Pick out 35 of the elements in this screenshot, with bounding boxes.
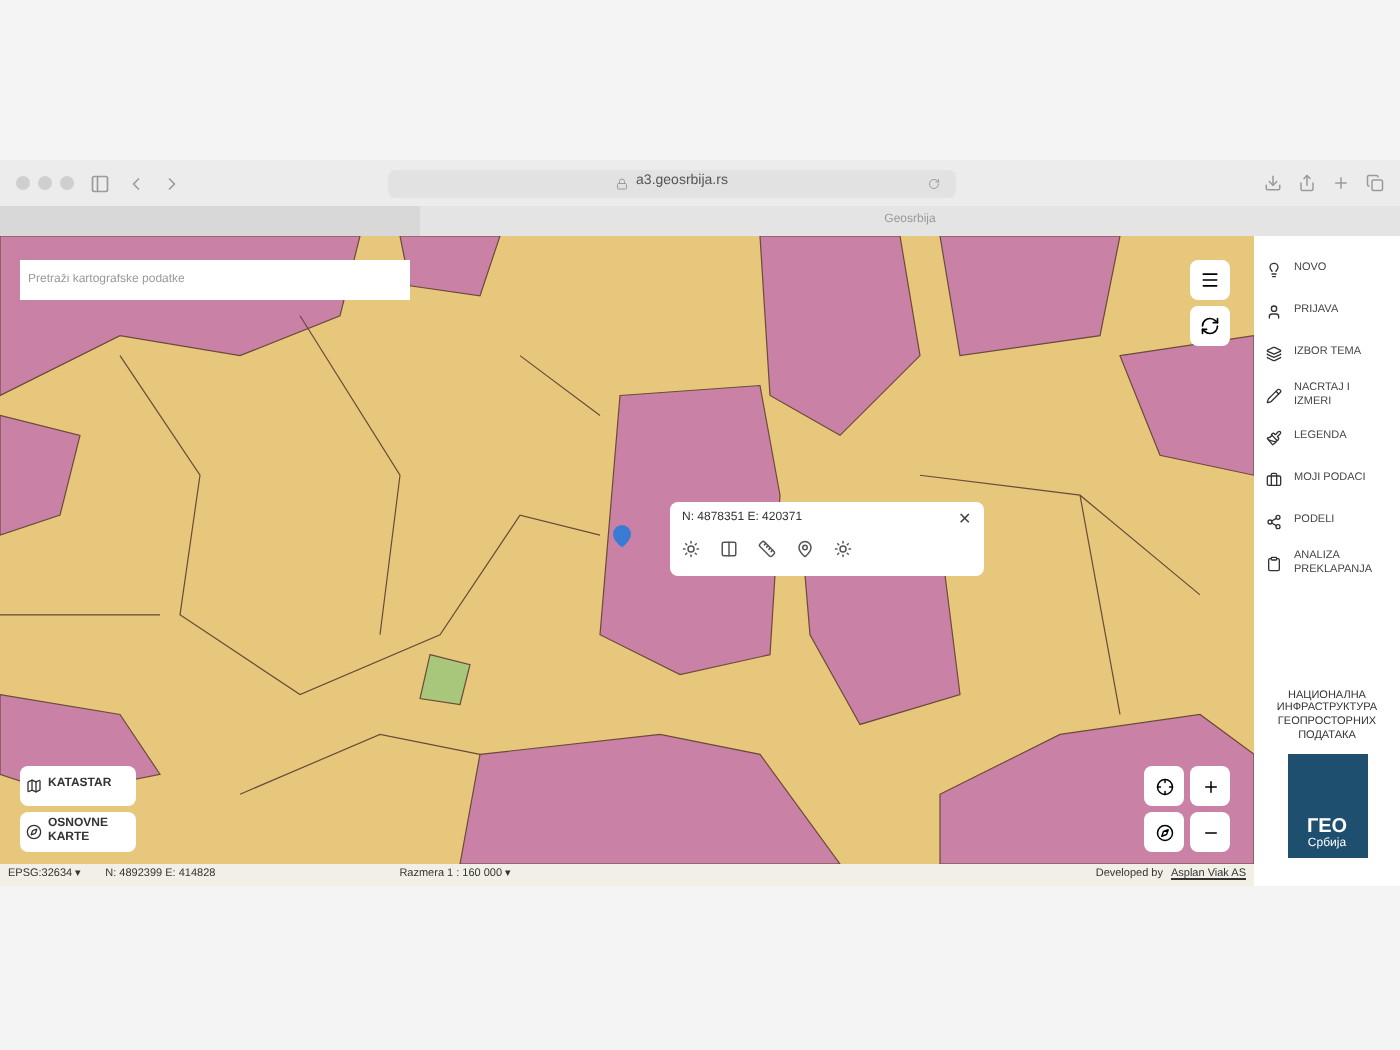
sidebar-toggle-icon[interactable] [90,173,110,193]
ruler-icon[interactable] [758,540,776,558]
crosshair-icon [1155,777,1173,795]
user-icon [1266,303,1282,319]
close-button[interactable]: ✕ [958,511,972,527]
compass-icon [1155,823,1173,841]
sun-icon[interactable] [834,540,852,558]
pin-icon[interactable] [796,540,814,558]
menu-button[interactable] [1190,260,1230,300]
columns-icon[interactable] [720,540,738,558]
map-icon [26,778,42,794]
locate-button[interactable] [1144,766,1184,806]
refresh-icon [1200,316,1220,336]
plus-icon [1201,777,1219,795]
layers-icon [1266,345,1282,361]
lock-icon [616,177,629,189]
new-tab-icon[interactable] [1332,174,1350,192]
globe-button[interactable] [1144,812,1184,852]
download-icon[interactable] [1264,174,1282,192]
clipboard-icon [1266,555,1282,571]
share-icon [1266,513,1282,529]
brush-icon [1266,429,1282,445]
pencil-icon [1266,387,1282,403]
refresh-button[interactable] [1190,306,1230,346]
zoom-in-button[interactable] [1190,766,1230,806]
tabs-icon[interactable] [1366,174,1384,192]
sun-icon[interactable] [682,540,700,558]
compass-icon [26,824,42,840]
map-marker-icon [610,524,634,548]
briefcase-icon [1266,471,1282,487]
logo-title: ГЕО [1306,817,1348,837]
reload-icon[interactable] [928,177,940,189]
share-icon[interactable] [1298,174,1316,192]
bulb-icon [1266,261,1282,277]
menu-icon [1200,270,1220,290]
